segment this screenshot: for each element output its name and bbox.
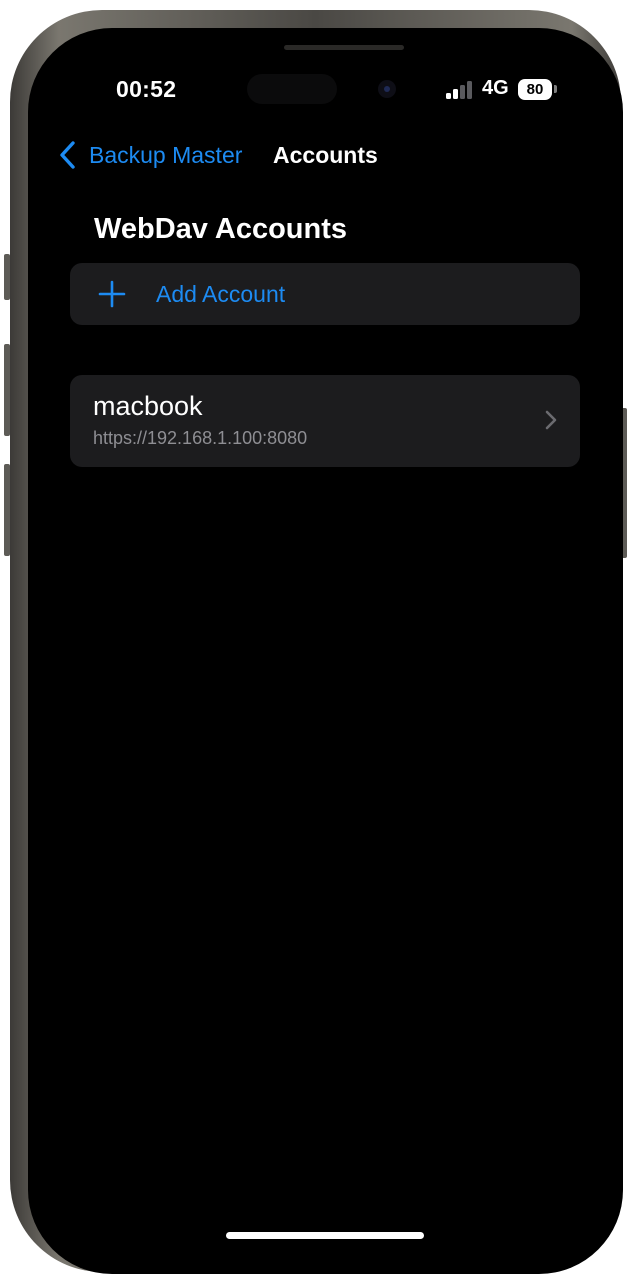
dynamic-island bbox=[247, 74, 337, 104]
action-button bbox=[4, 254, 10, 300]
nav-title: Accounts bbox=[273, 142, 378, 168]
add-account-label: Add Account bbox=[156, 280, 286, 307]
signal-bar bbox=[460, 85, 465, 99]
account-url: https://192.168.1.100:8080 bbox=[93, 428, 308, 448]
cellular-signal-icon bbox=[446, 81, 474, 99]
account-row-macbook[interactable]: macbook https://192.168.1.100:8080 bbox=[70, 375, 580, 467]
chevron-left-icon bbox=[60, 141, 75, 169]
network-type: 4G bbox=[482, 77, 509, 99]
status-time: 00:52 bbox=[116, 76, 177, 102]
battery-level: 80 bbox=[518, 79, 552, 100]
chevron-right-icon bbox=[545, 410, 557, 430]
back-button[interactable]: Backup Master bbox=[58, 138, 242, 172]
account-name: macbook bbox=[93, 391, 203, 421]
speaker-grille bbox=[284, 45, 404, 50]
signal-bar bbox=[453, 89, 458, 99]
home-indicator[interactable] bbox=[226, 1232, 424, 1239]
screen: 00:52 4G 80 Backup Master Accounts WebDa… bbox=[28, 28, 623, 1274]
section-title: WebDav Accounts bbox=[94, 213, 347, 245]
signal-bar bbox=[467, 81, 472, 99]
add-account-button[interactable]: Add Account bbox=[70, 263, 580, 325]
volume-up-button bbox=[4, 344, 10, 436]
back-button-label: Backup Master bbox=[89, 141, 243, 168]
battery-cap bbox=[554, 85, 557, 93]
front-camera-icon bbox=[378, 80, 396, 98]
phone-frame: 00:52 4G 80 Backup Master Accounts WebDa… bbox=[4, 10, 627, 1274]
volume-down-button bbox=[4, 464, 10, 556]
signal-bar bbox=[446, 93, 451, 99]
plus-icon bbox=[98, 280, 126, 308]
